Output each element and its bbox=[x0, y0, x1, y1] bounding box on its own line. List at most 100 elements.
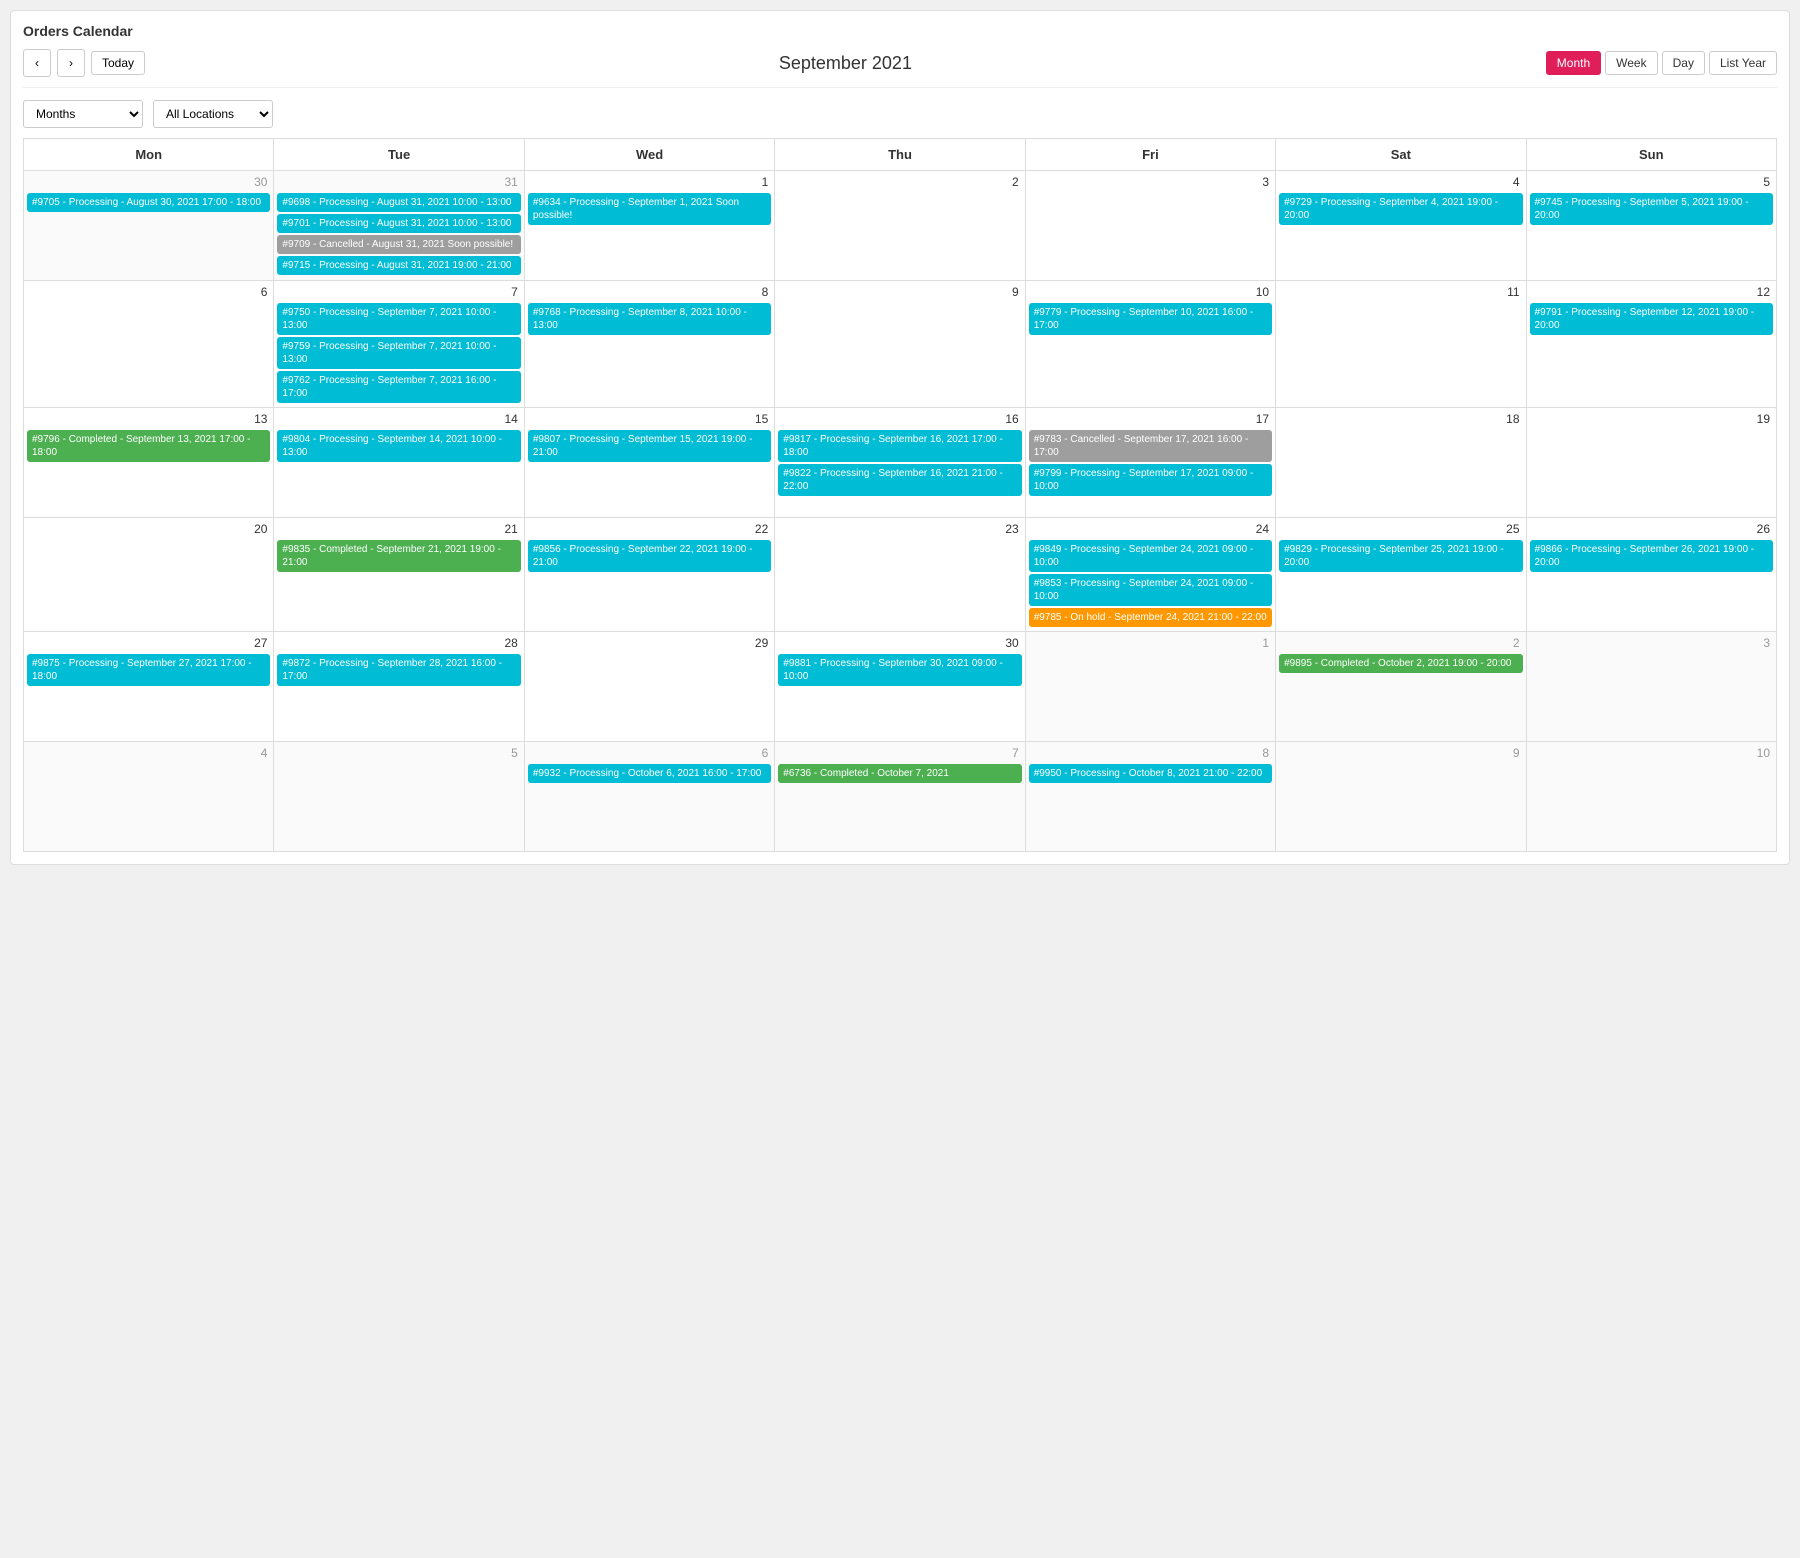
day-cell: 6#9932 - Processing - October 6, 2021 16… bbox=[524, 742, 774, 852]
calendar-event[interactable]: #9822 - Processing - September 16, 2021 … bbox=[778, 464, 1021, 496]
day-cell: 27 #9875 - Processing - September 27, 202… bbox=[24, 632, 274, 742]
calendar-event[interactable]: #9634 - Processing - September 1, 2021 S… bbox=[528, 193, 771, 225]
day-cell: 16 #9817 - Processing - September 16, 202… bbox=[775, 408, 1025, 518]
col-tue: Tue bbox=[274, 139, 524, 171]
calendar-event[interactable]: #9785 - On hold - September 24, 2021 21:… bbox=[1029, 608, 1272, 627]
calendar-event[interactable]: #9709 - Cancelled - August 31, 2021 Soon… bbox=[277, 235, 520, 254]
calendar-event[interactable]: #9705 - Processing - August 30, 2021 17:… bbox=[27, 193, 270, 212]
day-cell: 23 bbox=[775, 518, 1025, 632]
calendar-event[interactable]: #9875 - Processing - September 27, 2021 … bbox=[27, 654, 270, 686]
day-number: 3 bbox=[1028, 173, 1273, 191]
calendar-event[interactable]: #9804 - Processing - September 14, 2021 … bbox=[277, 430, 520, 462]
week-row-3: 2021#9835 - Completed - September 21, 20… bbox=[24, 518, 1777, 632]
day-cell: 30#9705 - Processing - August 30, 2021 1… bbox=[24, 171, 274, 281]
day-cell: 3 bbox=[1025, 171, 1275, 281]
day-number: 9 bbox=[777, 283, 1022, 301]
day-number: 8 bbox=[1028, 744, 1273, 762]
day-cell: 15 #9807 - Processing - September 15, 202… bbox=[524, 408, 774, 518]
day-cell: 13#9796 - Completed - September 13, 2021… bbox=[24, 408, 274, 518]
calendar-event[interactable]: #9783 - Cancelled - September 17, 2021 1… bbox=[1029, 430, 1272, 462]
calendar-event[interactable]: #9872 - Processing - September 28, 2021 … bbox=[277, 654, 520, 686]
day-number: 16 bbox=[777, 410, 1022, 428]
calendar-event[interactable]: #9807 - Processing - September 15, 2021 … bbox=[528, 430, 771, 462]
day-number: 6 bbox=[26, 283, 271, 301]
day-cell: 5 #9745 - Processing - September 5, 2021 … bbox=[1526, 171, 1776, 281]
calendar-event[interactable]: #9829 - Processing - September 25, 2021 … bbox=[1279, 540, 1522, 572]
calendar-event[interactable]: #9853 - Processing - September 24, 2021 … bbox=[1029, 574, 1272, 606]
day-cell: 5 bbox=[274, 742, 524, 852]
day-number: 4 bbox=[26, 744, 271, 762]
calendar-event[interactable]: #9762 - Processing - September 7, 2021 1… bbox=[277, 371, 520, 403]
view-month-button[interactable]: Month bbox=[1546, 51, 1601, 75]
calendar-event[interactable]: #9799 - Processing - September 17, 2021 … bbox=[1029, 464, 1272, 496]
orders-calendar-page: Orders Calendar ‹ › Today September 2021… bbox=[10, 10, 1790, 865]
calendar-event[interactable]: #9729 - Processing - September 4, 2021 1… bbox=[1279, 193, 1522, 225]
view-switcher: Month Week Day List Year bbox=[1546, 51, 1777, 75]
filters: Months Weeks Days All Locations bbox=[23, 100, 1777, 128]
calendar-event[interactable]: #9796 - Completed - September 13, 2021 1… bbox=[27, 430, 270, 462]
day-cell: 17#9783 - Cancelled - September 17, 2021… bbox=[1025, 408, 1275, 518]
day-cell: 10 bbox=[1526, 742, 1776, 852]
day-cell: 8 #9950 - Processing - October 8, 2021 21… bbox=[1025, 742, 1275, 852]
calendar-table: Mon Tue Wed Thu Fri Sat Sun 30#9705 - Pr… bbox=[23, 138, 1777, 852]
day-cell: 28#9872 - Processing - September 28, 202… bbox=[274, 632, 524, 742]
day-number: 24 bbox=[1028, 520, 1273, 538]
next-button[interactable]: › bbox=[57, 49, 85, 77]
day-number: 5 bbox=[1529, 173, 1774, 191]
calendar-event[interactable]: #9701 - Processing - August 31, 2021 10:… bbox=[277, 214, 520, 233]
day-cell: 1 bbox=[1025, 632, 1275, 742]
calendar-event[interactable]: #9715 - Processing - August 31, 2021 19:… bbox=[277, 256, 520, 275]
today-button[interactable]: Today bbox=[91, 51, 145, 75]
day-number: 10 bbox=[1529, 744, 1774, 762]
view-week-button[interactable]: Week bbox=[1605, 51, 1657, 75]
day-number: 8 bbox=[527, 283, 772, 301]
day-number: 7 bbox=[777, 744, 1022, 762]
day-number: 27 bbox=[26, 634, 271, 652]
calendar-event[interactable]: #9950 - Processing - October 8, 2021 21:… bbox=[1029, 764, 1272, 783]
day-number: 30 bbox=[777, 634, 1022, 652]
day-number: 11 bbox=[1278, 283, 1523, 301]
col-wed: Wed bbox=[524, 139, 774, 171]
day-cell: 12#9791 - Processing - September 12, 202… bbox=[1526, 281, 1776, 408]
calendar-event[interactable]: #9779 - Processing - September 10, 2021 … bbox=[1029, 303, 1272, 335]
day-cell: 11 bbox=[1276, 281, 1526, 408]
col-sun: Sun bbox=[1526, 139, 1776, 171]
prev-button[interactable]: ‹ bbox=[23, 49, 51, 77]
calendar-event[interactable]: #9866 - Processing - September 26, 2021 … bbox=[1530, 540, 1773, 572]
calendar-event[interactable]: #9817 - Processing - September 16, 2021 … bbox=[778, 430, 1021, 462]
col-mon: Mon bbox=[24, 139, 274, 171]
view-list-year-button[interactable]: List Year bbox=[1709, 51, 1777, 75]
day-number: 4 bbox=[1278, 173, 1523, 191]
calendar-event[interactable]: #9895 - Completed - October 2, 2021 19:0… bbox=[1279, 654, 1522, 673]
calendar-event[interactable]: #9932 - Processing - October 6, 2021 16:… bbox=[528, 764, 771, 783]
location-filter[interactable]: All Locations bbox=[153, 100, 273, 128]
day-cell: 1#9634 - Processing - September 1, 2021 … bbox=[524, 171, 774, 281]
day-number: 22 bbox=[527, 520, 772, 538]
day-cell: 22 #9856 - Processing - September 22, 202… bbox=[524, 518, 774, 632]
calendar-event[interactable]: #9745 - Processing - September 5, 2021 1… bbox=[1530, 193, 1773, 225]
calendar-event[interactable]: #6736 - Completed - October 7, 2021 bbox=[778, 764, 1021, 783]
day-cell: 20 bbox=[24, 518, 274, 632]
calendar-event[interactable]: #9835 - Completed - September 21, 2021 1… bbox=[277, 540, 520, 572]
calendar-event[interactable]: #9791 - Processing - September 12, 2021 … bbox=[1530, 303, 1773, 335]
calendar-event[interactable]: #9849 - Processing - September 24, 2021 … bbox=[1029, 540, 1272, 572]
calendar-event[interactable]: #9768 - Processing - September 8, 2021 1… bbox=[528, 303, 771, 335]
day-number: 3 bbox=[1529, 634, 1774, 652]
day-cell: 19 bbox=[1526, 408, 1776, 518]
current-month-label: September 2021 bbox=[779, 53, 912, 74]
day-number: 5 bbox=[276, 744, 521, 762]
calendar-event[interactable]: #9881 - Processing - September 30, 2021 … bbox=[778, 654, 1021, 686]
calendar-event[interactable]: #9856 - Processing - September 22, 2021 … bbox=[528, 540, 771, 572]
day-cell: 26#9866 - Processing - September 26, 202… bbox=[1526, 518, 1776, 632]
calendar-event[interactable]: #9759 - Processing - September 7, 2021 1… bbox=[277, 337, 520, 369]
day-number: 29 bbox=[527, 634, 772, 652]
day-cell: 2#9895 - Completed - October 2, 2021 19:… bbox=[1276, 632, 1526, 742]
calendar-event[interactable]: #9750 - Processing - September 7, 2021 1… bbox=[277, 303, 520, 335]
week-row-1: 67#9750 - Processing - September 7, 2021… bbox=[24, 281, 1777, 408]
day-number: 15 bbox=[527, 410, 772, 428]
toolbar-left: ‹ › Today bbox=[23, 49, 145, 77]
period-filter[interactable]: Months Weeks Days bbox=[23, 100, 143, 128]
day-cell: 7 #6736 - Completed - October 7, 2021 bbox=[775, 742, 1025, 852]
view-day-button[interactable]: Day bbox=[1662, 51, 1705, 75]
calendar-event[interactable]: #9698 - Processing - August 31, 2021 10:… bbox=[277, 193, 520, 212]
